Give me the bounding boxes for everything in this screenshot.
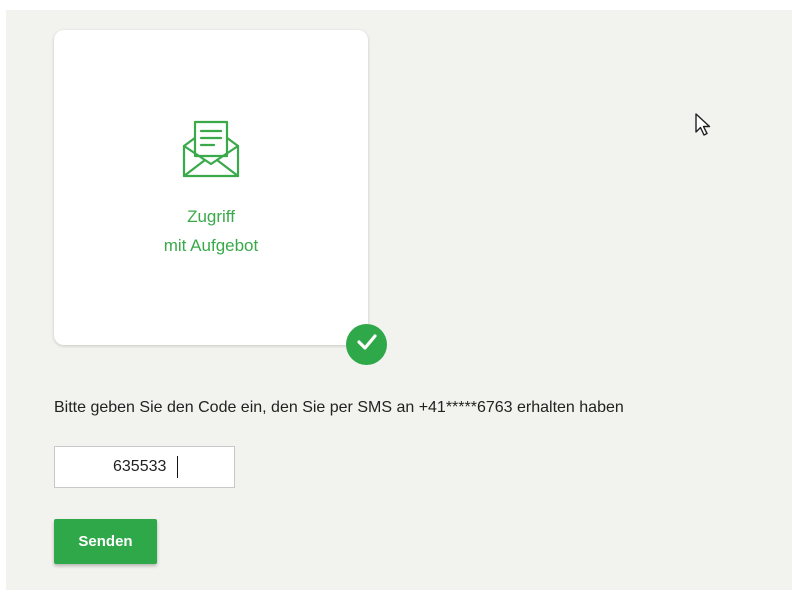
card-label: Zugriff mit Aufgebot — [54, 202, 368, 260]
card-label-line-1: Zugriff — [187, 207, 235, 226]
checkmark-icon — [356, 333, 378, 356]
sms-code-input[interactable] — [54, 446, 235, 488]
sms-code-instruction: Bitte geben Sie den Code ein, den Sie pe… — [54, 399, 624, 416]
card-label-line-2: mit Aufgebot — [163, 236, 259, 255]
selected-check-badge — [346, 324, 387, 365]
text-caret — [177, 456, 178, 478]
send-button[interactable]: Senden — [54, 519, 157, 564]
envelope-letter-icon — [181, 118, 241, 180]
access-option-card[interactable]: Zugriff mit Aufgebot — [54, 30, 368, 345]
mouse-pointer-icon — [694, 112, 714, 138]
